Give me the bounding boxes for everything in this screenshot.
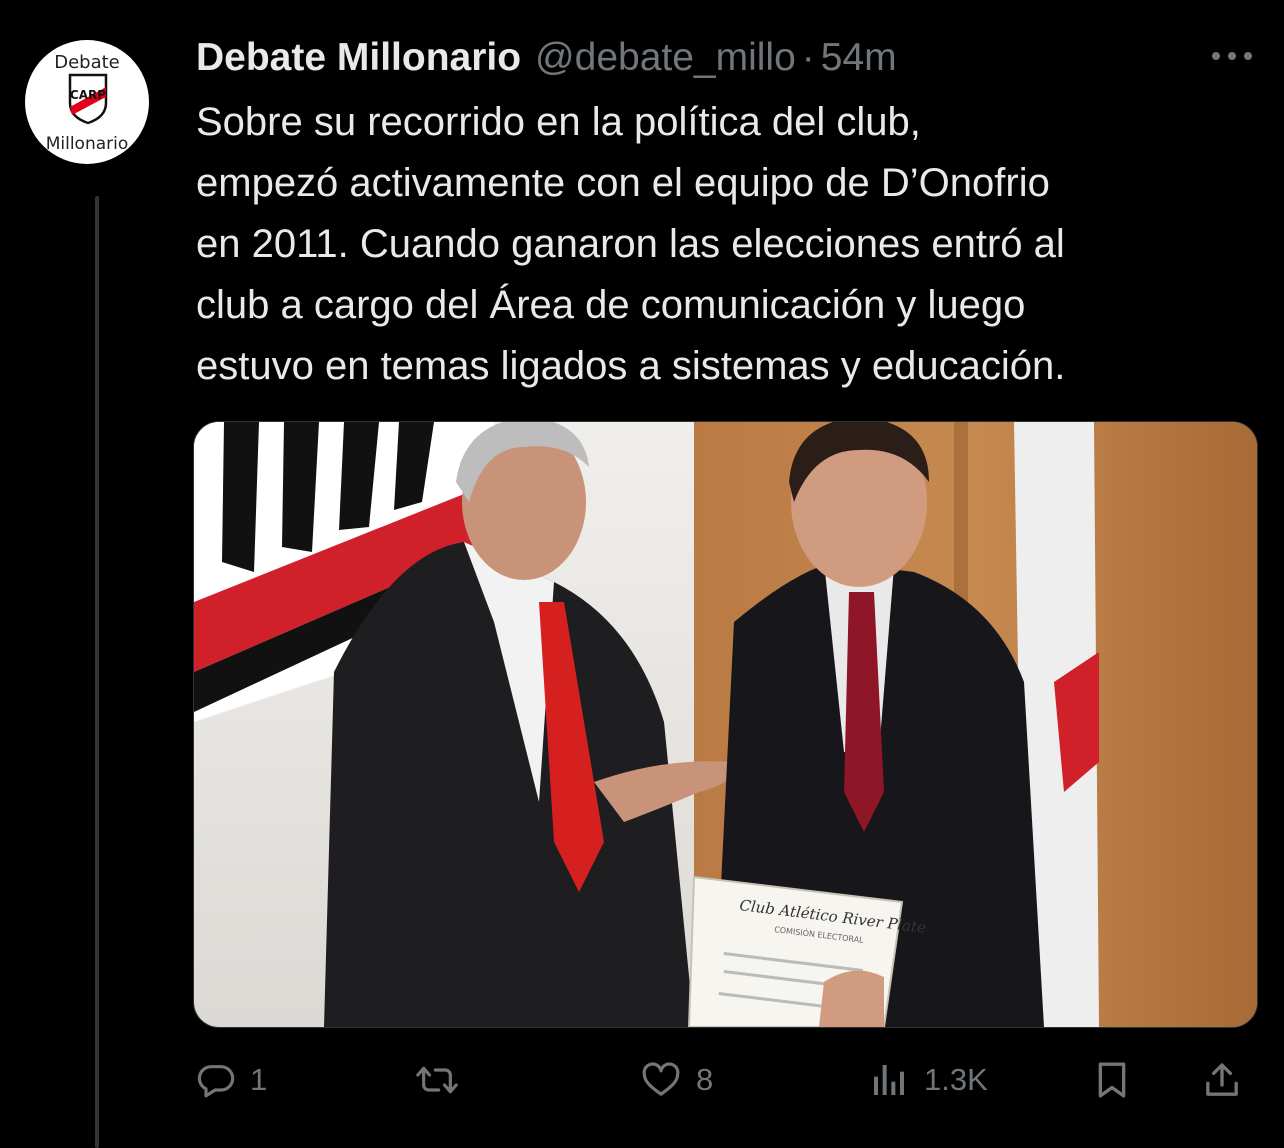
like-button[interactable]: 8	[640, 1052, 713, 1108]
tweet-text: Sobre su recorrido en la política del cl…	[196, 92, 1271, 397]
reply-icon	[197, 1065, 235, 1098]
tweet-text-line: club a cargo del Área de comunicación y …	[196, 283, 1026, 327]
retweet-icon	[416, 1066, 458, 1094]
heart-icon	[642, 1062, 680, 1096]
bookmark-icon	[1098, 1062, 1126, 1098]
separator-dot: ·	[801, 36, 815, 79]
tweet-text-line: estuvo en temas ligados a sistemas y edu…	[196, 344, 1066, 388]
avatar[interactable]: Debate CARP Millonario	[25, 40, 149, 164]
author-handle[interactable]: @debate_millo	[535, 36, 796, 80]
reply-count: 1	[250, 1062, 268, 1097]
more-options-button[interactable]	[1208, 42, 1256, 70]
crest-text: CARP	[70, 88, 106, 102]
tweet-header: Debate Millonario @debate_millo · 54m	[196, 34, 897, 82]
share-icon	[1206, 1063, 1238, 1096]
avatar-bottom-text: Millonario	[45, 134, 129, 154]
tweet-actions: 1 8 1.3K	[0, 1052, 1284, 1108]
tweet-text-line: en 2011. Cuando ganaron las elecciones e…	[196, 222, 1065, 266]
reply-button[interactable]: 1	[196, 1052, 267, 1108]
tweet-text-line: Sobre su recorrido en la política del cl…	[196, 100, 921, 144]
views-count: 1.3K	[924, 1062, 988, 1097]
views-button[interactable]: 1.3K	[868, 1052, 988, 1108]
like-count: 8	[696, 1062, 714, 1097]
retweet-button[interactable]	[415, 1052, 473, 1108]
share-button[interactable]	[1202, 1052, 1242, 1108]
avatar-top-text: Debate	[54, 52, 120, 73]
tweet-text-line: empezó activamente con el equipo de D’On…	[196, 161, 1050, 205]
river-plate-crest-icon: CARP	[68, 73, 108, 125]
tweet-photo[interactable]: Club Atlético River Plate COMISIÓN ELECT…	[193, 421, 1258, 1028]
more-icon	[1212, 52, 1252, 60]
thread-line	[95, 196, 99, 1148]
photo-illustration: Club Atlético River Plate COMISIÓN ELECT…	[194, 422, 1257, 1027]
author-name[interactable]: Debate Millonario	[196, 36, 521, 80]
tweet-timestamp[interactable]: 54m	[821, 36, 897, 80]
bookmark-button[interactable]	[1092, 1052, 1132, 1108]
views-icon	[874, 1065, 904, 1095]
